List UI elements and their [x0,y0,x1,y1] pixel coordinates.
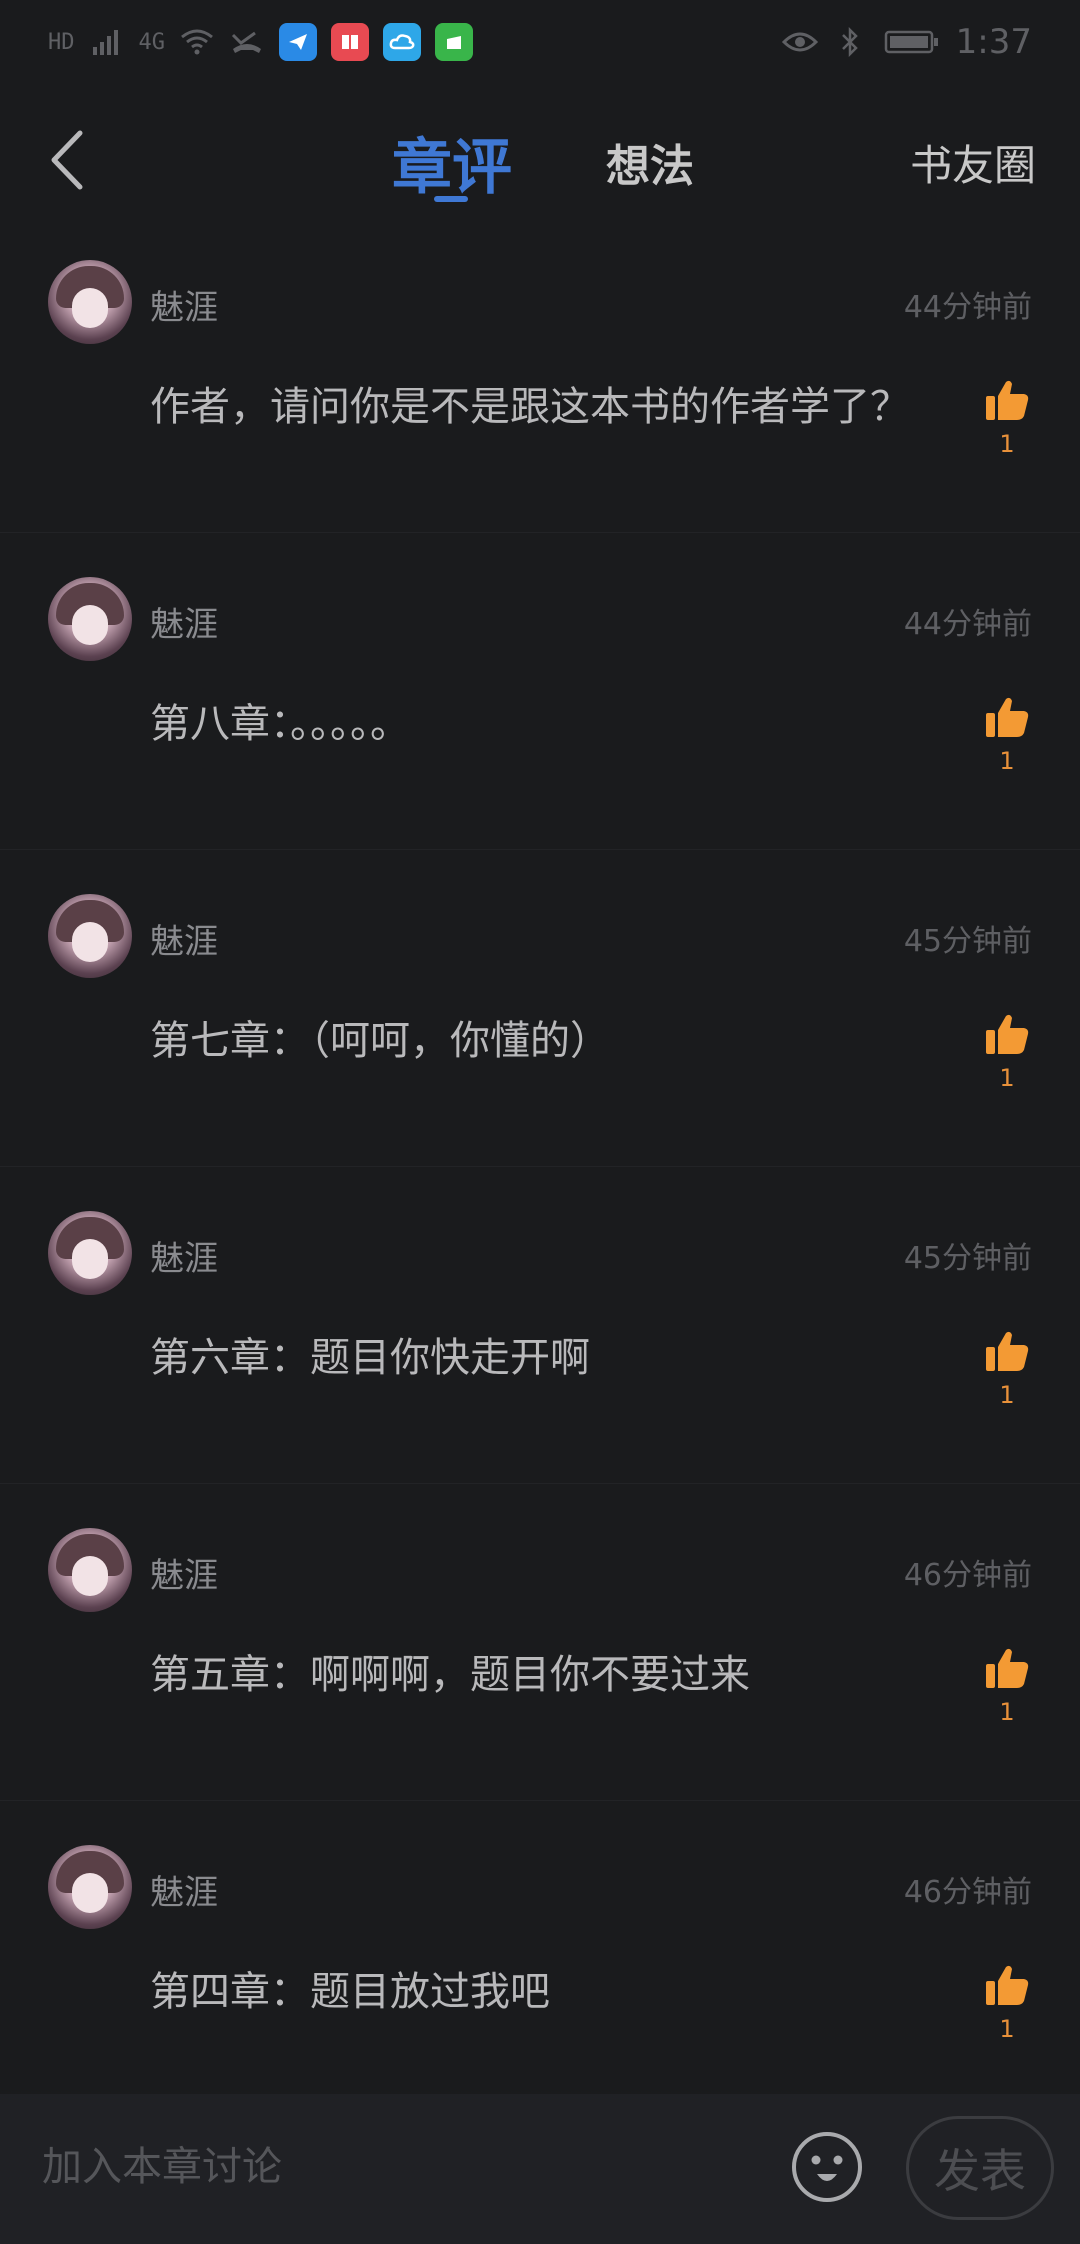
hd-icon: HD [48,29,75,55]
battery-icon [882,26,942,58]
like-button[interactable]: 1 [982,695,1032,775]
avatar[interactable] [48,1845,132,1929]
comment-item: 魅涯 45分钟前 第七章：（呵呵，你懂的） 1 [0,850,1080,1167]
wifi-icon [179,26,215,58]
status-left: HD 4G [48,23,473,61]
like-button[interactable]: 1 [982,1646,1032,1726]
comment-time: 45分钟前 [903,924,1032,959]
comment-item: 魅涯 44分钟前 作者，请问你是不是跟这本书的作者学了？ 1 [0,216,1080,533]
eye-icon [781,26,818,58]
app-cloud-icon [383,23,421,61]
back-button[interactable] [36,122,96,198]
emoji-button[interactable] [790,2130,864,2204]
app-fly-icon [279,23,317,61]
comment-text[interactable]: 第七章：（呵呵，你懂的） [150,1008,610,1066]
like-count: 1 [999,1064,1015,1092]
chapter-comments-page: HD 4G 1:37 章评 想法 书友圈 魅涯 44分钟前 作者，请问你是不是跟… [0,0,1080,2244]
thumbs-up-icon [986,1014,1029,1054]
thumbs-up-icon [986,1331,1029,1371]
comment-username[interactable]: 魅涯 [150,1865,218,1914]
avatar[interactable] [48,1528,132,1612]
book-friends-circle-link[interactable]: 书友圈 [910,122,1036,202]
publish-button[interactable]: 发表 [906,2116,1054,2220]
discussion-input[interactable] [40,2124,744,2210]
smiley-face-icon [792,2132,862,2202]
clock: 1:37 [955,22,1032,62]
comment-item: 魅涯 45分钟前 第六章：题目你快走开啊 1 [0,1167,1080,1484]
comment-username[interactable]: 魅涯 [150,914,218,963]
like-button[interactable]: 1 [982,1963,1032,2043]
comment-text[interactable]: 第六章：题目你快走开啊 [150,1325,590,1383]
thumbs-up-icon [986,697,1029,737]
tab-chapter-comments[interactable]: 章评 [392,122,512,203]
chevron-left-icon [51,130,83,190]
avatar[interactable] [48,260,132,344]
status-right: 1:37 [781,22,1032,62]
avatar[interactable] [48,577,132,661]
like-button[interactable]: 1 [982,378,1032,458]
thumbs-up-icon [986,1965,1029,2005]
comment-username[interactable]: 魅涯 [150,597,218,646]
comment-text[interactable]: 第五章：啊啊啊，题目你不要过来 [150,1642,750,1700]
comment-time: 46分钟前 [903,1875,1032,1910]
app-book-icon [331,23,369,61]
bluetooth-icon [832,26,868,58]
signal-4g-icon [89,26,125,58]
comment-time: 46分钟前 [903,1558,1032,1593]
comment-time: 44分钟前 [903,290,1032,325]
comment-text[interactable]: 第八章：。。。。。 [150,691,410,749]
like-count: 1 [999,747,1015,775]
like-count: 1 [999,2015,1015,2043]
thumbs-up-icon [986,380,1029,420]
comment-username[interactable]: 魅涯 [150,280,218,329]
comment-username[interactable]: 魅涯 [150,1231,218,1280]
avatar[interactable] [48,894,132,978]
like-count: 1 [999,1698,1015,1726]
comment-item: 魅涯 46分钟前 第四章：题目放过我吧 1 [0,1801,1080,2118]
missed-call-icon [229,26,265,58]
app-clean-icon [435,23,473,61]
comment-list: 魅涯 44分钟前 作者，请问你是不是跟这本书的作者学了？ 1 魅涯 44分钟前 … [0,216,1080,2118]
avatar[interactable] [48,1211,132,1295]
comment-input-bar: 发表 [0,2094,1080,2244]
network-type-label: 4G [138,29,166,55]
comment-username[interactable]: 魅涯 [150,1548,218,1597]
like-count: 1 [999,1381,1015,1409]
tab-ideas[interactable]: 想法 [606,122,694,202]
comment-time: 44分钟前 [903,607,1032,642]
like-button[interactable]: 1 [982,1329,1032,1409]
comment-item: 魅涯 46分钟前 第五章：啊啊啊，题目你不要过来 1 [0,1484,1080,1801]
comment-text[interactable]: 作者，请问你是不是跟这本书的作者学了？ [150,374,910,432]
like-count: 1 [999,430,1015,458]
active-tab-indicator [434,196,468,202]
like-button[interactable]: 1 [982,1012,1032,1092]
comment-time: 45分钟前 [903,1241,1032,1276]
thumbs-up-icon [986,1648,1029,1688]
status-bar: HD 4G 1:37 [0,0,1080,84]
top-navigation: 章评 想法 书友圈 [0,100,1080,220]
comment-text[interactable]: 第四章：题目放过我吧 [150,1959,550,2017]
comment-item: 魅涯 44分钟前 第八章：。。。。。 1 [0,533,1080,850]
